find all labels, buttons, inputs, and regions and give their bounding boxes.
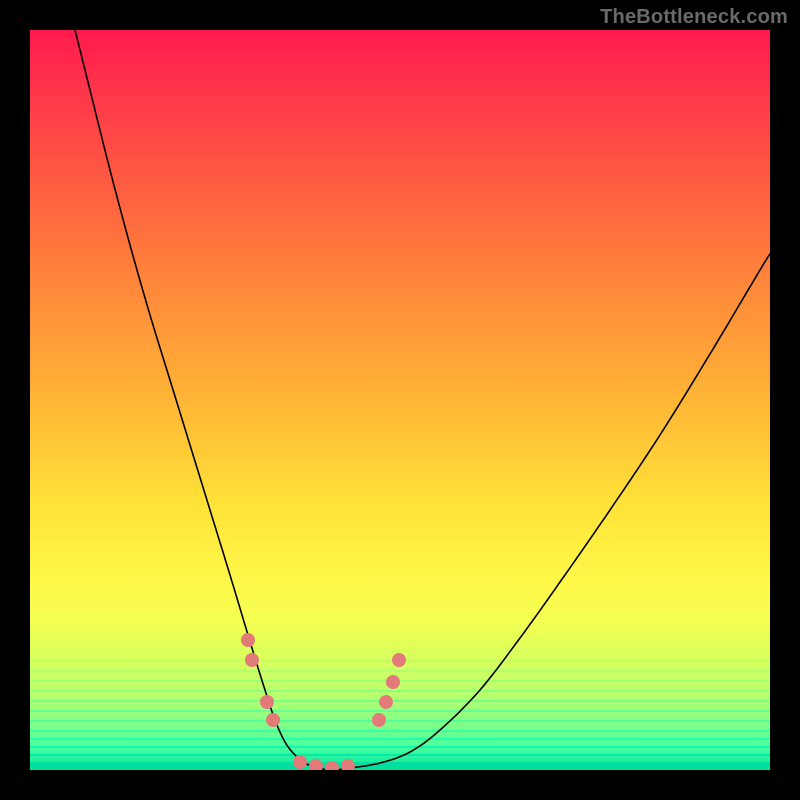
watermark: TheBottleneck.com <box>600 6 788 29</box>
threshold-marker <box>245 653 259 667</box>
marker-group <box>241 633 406 770</box>
threshold-marker <box>260 695 274 709</box>
threshold-marker <box>293 755 307 769</box>
threshold-marker <box>372 713 386 727</box>
bottleneck-curve <box>75 30 770 770</box>
threshold-marker <box>325 761 339 770</box>
threshold-marker <box>241 633 255 647</box>
plot-area <box>30 30 770 770</box>
threshold-marker <box>392 653 406 667</box>
curve-svg <box>30 30 770 770</box>
threshold-marker <box>379 695 393 709</box>
threshold-marker <box>386 675 400 689</box>
threshold-marker <box>309 759 323 770</box>
threshold-marker <box>341 759 355 770</box>
threshold-marker <box>266 713 280 727</box>
chart-frame: TheBottleneck.com <box>0 0 800 800</box>
